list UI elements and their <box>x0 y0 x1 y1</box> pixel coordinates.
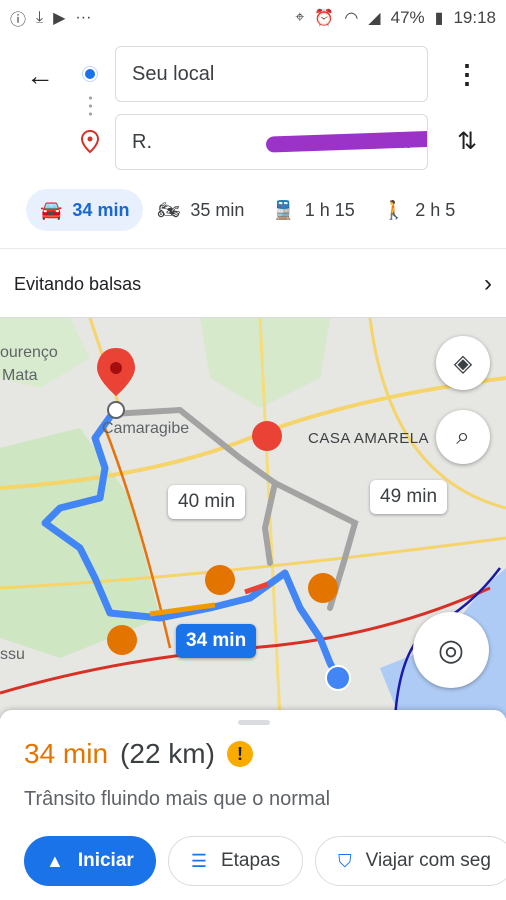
back-arrow-icon[interactable]: ← <box>22 58 58 94</box>
wifi-icon: ◠ <box>344 10 359 27</box>
shield-icon: ⛉ <box>338 850 352 871</box>
list-icon: ☰ <box>190 850 207 871</box>
route-dots <box>89 94 92 120</box>
hospital-icon <box>252 421 282 451</box>
clock: 19:18 <box>453 8 496 27</box>
route-time-bubble-alt1[interactable]: 40 min <box>168 485 246 519</box>
youtube-icon: ▶ <box>53 10 66 27</box>
mode-walking[interactable]: 🚶 2 h 5 <box>369 189 469 231</box>
origin-value: Seu local <box>132 62 215 85</box>
route-summary: 34 min (22 km) ! <box>24 738 253 770</box>
start-label: Iniciar <box>77 850 134 871</box>
mode-walking-label: 2 h 5 <box>415 199 456 220</box>
start-navigation-button[interactable]: ▲ Iniciar <box>24 836 156 886</box>
steps-label: Etapas <box>220 850 281 871</box>
search-icon: ⌕ <box>456 423 470 450</box>
route-time-bubble-main[interactable]: 34 min <box>176 624 257 658</box>
more-notifications-icon: ··· <box>75 9 92 26</box>
navigation-arrow-icon: ▲ <box>46 850 64 871</box>
traffic-status: Trânsito fluindo mais que o normal <box>24 788 331 810</box>
route-options-label: Evitando balsas <box>14 273 142 294</box>
park-area <box>0 428 160 658</box>
origin-marker <box>325 665 351 691</box>
mode-driving-label: 34 min <box>72 199 130 220</box>
location-icon: ⌖ <box>295 9 305 26</box>
destination-pin-icon <box>80 130 100 154</box>
mode-transit[interactable]: 🚆 1 h 15 <box>258 189 368 231</box>
directions-header: ← Seu local R. Ti... ⋮ ⇅ <box>0 36 506 186</box>
motorcycle-icon: 🏍 <box>157 199 181 220</box>
layers-icon: ◈ <box>453 349 473 377</box>
speed-camera-icon <box>205 565 235 595</box>
my-location-button[interactable]: ◎ <box>413 612 489 688</box>
destination-field[interactable]: R. Ti... <box>115 114 428 170</box>
alarm-icon: ⏰ <box>314 10 335 27</box>
speed-camera-icon <box>308 573 338 603</box>
warning-icon[interactable]: ! <box>226 741 253 767</box>
route-duration: 34 min <box>24 738 109 769</box>
steps-button[interactable]: ☰ Etapas <box>167 836 304 886</box>
download-icon: ⤓ <box>36 9 44 26</box>
origin-dot-icon <box>83 67 97 81</box>
route-summary-sheet: 34 min (22 km) ! Trânsito fluindo mais q… <box>0 710 506 900</box>
layers-button[interactable]: ◈ <box>436 336 490 390</box>
signal-icon: ◢ <box>368 10 381 27</box>
more-options-icon[interactable]: ⋮ <box>452 56 482 92</box>
battery-icon: ▮ <box>434 10 444 27</box>
walk-icon: 🚶 <box>382 199 406 220</box>
map-label-casa-amarela: CASA AMARELA <box>308 430 430 447</box>
transit-icon: 🚆 <box>272 199 295 220</box>
map-label-camaragibe: Camaragibe <box>102 420 190 437</box>
mode-motorcycle[interactable]: 🏍 35 min <box>143 189 258 231</box>
sheet-drag-handle[interactable] <box>238 720 270 725</box>
mode-transit-label: 1 h 15 <box>304 199 355 220</box>
mode-driving[interactable]: 🚘 34 min <box>26 189 144 231</box>
divider <box>0 248 506 249</box>
notification-icon: ⓘ <box>10 12 27 29</box>
share-trip-button[interactable]: ⛉ Viajar com seg <box>315 836 506 886</box>
chevron-right-icon: › <box>484 270 492 297</box>
action-buttons: ▲ Iniciar ☰ Etapas ⛉ Viajar com seg <box>24 836 506 886</box>
travel-mode-tabs: 🚘 34 min 🏍 35 min 🚆 1 h 15 🚶 2 h 5 <box>0 186 506 234</box>
map-label-ssu: ssu <box>0 646 25 663</box>
map-label-mata: Mata <box>2 367 38 384</box>
map-label-lourenco: ourenço <box>0 344 58 361</box>
route-time-bubble-alt2[interactable]: 49 min <box>370 480 448 514</box>
mode-motorcycle-label: 35 min <box>190 199 245 220</box>
share-label: Viajar com seg <box>365 850 491 871</box>
battery-level: 47% <box>390 8 425 27</box>
destination-value-start: R. <box>132 130 152 153</box>
route-options-row[interactable]: Evitando balsas › <box>0 258 506 310</box>
swap-icon[interactable]: ⇅ <box>452 124 482 160</box>
route-distance: (22 km) <box>120 738 215 769</box>
search-map-button[interactable]: ⌕ <box>436 410 490 464</box>
speed-camera-icon <box>107 625 137 655</box>
car-icon: 🚘 <box>40 199 63 220</box>
status-bar: ⓘ ⤓ ▶ ··· ⌖ ⏰ ◠ ◢ 47% ▮ 19:18 <box>0 0 506 36</box>
origin-field[interactable]: Seu local <box>115 46 428 102</box>
map-view[interactable]: ourenço Mata Camaragibe CASA AMARELA ssu… <box>0 318 506 718</box>
my-location-icon: ◎ <box>437 633 465 667</box>
